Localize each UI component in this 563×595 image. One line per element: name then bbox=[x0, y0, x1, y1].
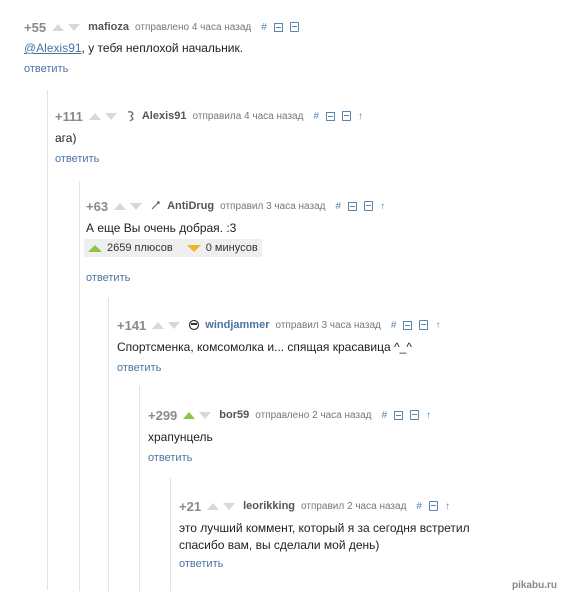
comment-header: +141 windjammer отправил 3 часа назад # … bbox=[117, 317, 447, 333]
parent-arrow-icon[interactable]: ↑ bbox=[426, 410, 431, 421]
thread-line bbox=[170, 478, 171, 591]
comment-author[interactable]: AntiDrug bbox=[167, 200, 214, 212]
comment-text: А еще Вы очень добрая. :3 bbox=[86, 221, 237, 235]
watermark: pikabu.ru bbox=[511, 580, 557, 591]
plus-count: 2659 плюсов bbox=[107, 242, 173, 254]
collapse-icon[interactable] bbox=[348, 201, 358, 211]
permalink-icon[interactable]: # bbox=[381, 410, 387, 421]
upvote-icon[interactable] bbox=[207, 502, 220, 510]
save-icon[interactable] bbox=[364, 201, 374, 211]
save-icon[interactable] bbox=[342, 111, 352, 121]
thread-line bbox=[139, 386, 140, 591]
comment-text: Спортсменка, комсомолка и... спящая крас… bbox=[117, 340, 412, 354]
upvote-icon[interactable] bbox=[88, 112, 101, 120]
avatar-icon bbox=[127, 111, 134, 122]
vote-breakdown: 2659 плюсов 0 минусов bbox=[84, 239, 262, 257]
upvote-icon[interactable] bbox=[114, 202, 127, 210]
comment-rating: +55 bbox=[24, 19, 47, 35]
save-icon[interactable] bbox=[410, 410, 420, 420]
permalink-icon[interactable]: # bbox=[261, 22, 267, 33]
save-icon[interactable] bbox=[289, 22, 299, 32]
parent-arrow-icon[interactable]: ↑ bbox=[435, 320, 440, 331]
downvote-icon[interactable] bbox=[199, 411, 212, 419]
permalink-icon[interactable]: # bbox=[336, 201, 342, 212]
comment-header: +299 bor59 отправлено 2 часа назад # ↑ bbox=[148, 407, 438, 423]
collapse-icon[interactable] bbox=[403, 320, 413, 330]
comment-text-line: спасибо вам, вы сделали мой день) bbox=[179, 538, 380, 552]
minus-count: 0 минусов bbox=[205, 242, 258, 254]
upvote-icon[interactable] bbox=[52, 23, 65, 31]
downvote-icon[interactable] bbox=[68, 23, 81, 31]
comment-time: отправлено 4 часа назад bbox=[135, 21, 252, 33]
comment-header: +21 leorikking отправил 2 часа назад # ↑ bbox=[179, 498, 457, 514]
collapse-icon[interactable] bbox=[326, 111, 336, 121]
mention-link[interactable]: @Alexis91 bbox=[24, 41, 82, 55]
reply-button[interactable]: ответить bbox=[86, 272, 130, 284]
comment-text-rest: , у тебя неплохой начальник. bbox=[81, 41, 244, 55]
upvote-icon[interactable] bbox=[183, 411, 196, 419]
upvote-icon[interactable] bbox=[152, 321, 165, 329]
permalink-icon[interactable]: # bbox=[391, 320, 397, 331]
collapse-icon[interactable] bbox=[394, 410, 404, 420]
parent-arrow-icon[interactable]: ↑ bbox=[380, 201, 385, 212]
reply-button[interactable]: ответить bbox=[148, 452, 192, 464]
reply-button[interactable]: ответить bbox=[117, 362, 161, 374]
comment-time: отправлено 2 часа назад bbox=[255, 409, 372, 421]
comment-rating: +63 bbox=[86, 198, 109, 214]
downvote-icon[interactable] bbox=[130, 202, 143, 210]
comment-text: ага) bbox=[55, 131, 77, 145]
comment-header: +63 AntiDrug отправил 3 часа назад # ↑ bbox=[86, 198, 392, 214]
comment-rating: +141 bbox=[117, 317, 147, 333]
downvote-icon[interactable] bbox=[104, 112, 117, 120]
comment-time: отправил 2 часа назад bbox=[301, 500, 407, 512]
comment-rating: +299 bbox=[148, 407, 178, 423]
reply-button[interactable]: ответить bbox=[24, 63, 68, 75]
permalink-icon[interactable]: # bbox=[313, 111, 319, 122]
downvote-icon[interactable] bbox=[223, 502, 236, 510]
save-icon[interactable] bbox=[419, 320, 429, 330]
comment-header: +55 mafioza отправлено 4 часа назад # bbox=[24, 19, 306, 35]
avatar-icon bbox=[189, 319, 200, 331]
comment-time: отправил 3 часа назад bbox=[220, 200, 326, 212]
thread-line bbox=[47, 90, 48, 590]
permalink-icon[interactable]: # bbox=[416, 501, 422, 512]
thread-line bbox=[79, 181, 80, 591]
comment-time: отправил 3 часа назад bbox=[275, 319, 381, 331]
plus-icon bbox=[88, 244, 102, 252]
comment-text: @Alexis91, у тебя неплохой начальник. bbox=[24, 40, 243, 57]
reply-button[interactable]: ответить bbox=[55, 153, 99, 165]
comment-author[interactable]: windjammer bbox=[205, 319, 269, 331]
comment-rating: +21 bbox=[179, 498, 202, 514]
downvote-icon[interactable] bbox=[168, 321, 181, 329]
comment-author[interactable]: mafioza bbox=[88, 21, 129, 33]
comment-author[interactable]: leorikking bbox=[243, 500, 295, 512]
minus-icon bbox=[186, 244, 201, 252]
thread-line bbox=[108, 298, 109, 591]
collapse-icon[interactable] bbox=[273, 22, 283, 32]
reply-button[interactable]: ответить bbox=[179, 558, 223, 570]
save-icon[interactable] bbox=[428, 501, 438, 511]
comment-rating: +111 bbox=[55, 108, 83, 124]
avatar-icon bbox=[151, 201, 160, 210]
parent-arrow-icon[interactable]: ↑ bbox=[445, 501, 450, 512]
comment-author[interactable]: bor59 bbox=[219, 409, 249, 421]
comment-header: +111 Alexis91 отправила 4 часа назад # ↑ bbox=[55, 108, 370, 124]
comment-time: отправила 4 часа назад bbox=[192, 110, 304, 122]
comment-text: это лучший коммент, который я за сегодня… bbox=[179, 520, 470, 554]
comment-text-line: это лучший коммент, который я за сегодня… bbox=[179, 521, 470, 535]
parent-arrow-icon[interactable]: ↑ bbox=[358, 111, 363, 122]
comment-author[interactable]: Alexis91 bbox=[142, 110, 187, 122]
comment-text: храпунцель bbox=[148, 430, 213, 444]
